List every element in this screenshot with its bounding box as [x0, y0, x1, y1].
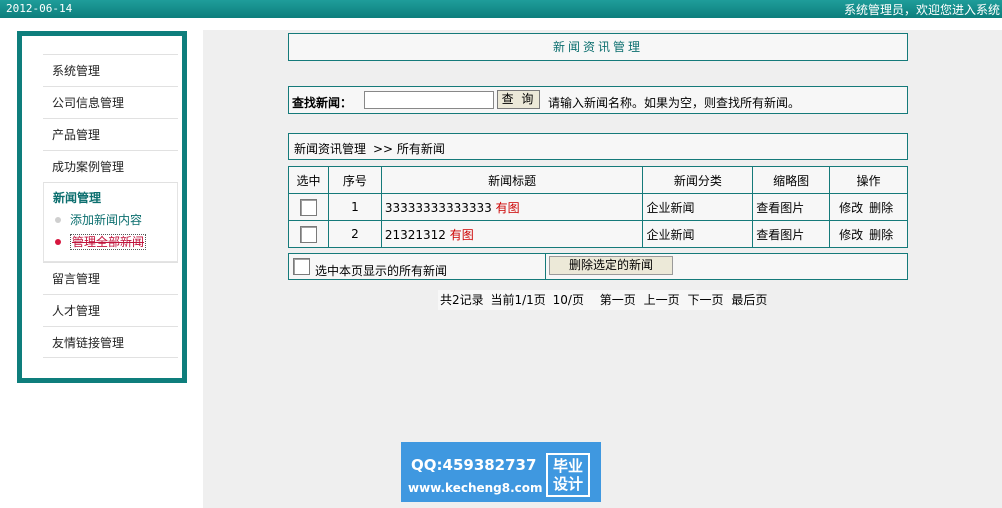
row-select-cell [288, 193, 329, 221]
has-image-tag: 有图 [449, 227, 474, 242]
sidebar-item-cases[interactable]: 成功案例管理 [43, 150, 178, 182]
watermark-url: www.kecheng8.com [408, 481, 543, 495]
edit-link[interactable]: 修改 [839, 201, 863, 215]
table-row: 2 21321312 有图 企业新闻 查看图片 修改 删除 [288, 220, 908, 248]
current-date: 2012-06-14 [6, 2, 73, 15]
stamp-line: 设计 [552, 475, 583, 493]
view-image-link[interactable]: 查看图片 [752, 193, 831, 221]
delete-selected-button[interactable]: 删除选定的新闻 [549, 256, 673, 275]
watermark-banner: QQ:459382737 www.kecheng8.com 毕业 设计 [401, 442, 601, 502]
sidebar-item-products[interactable]: 产品管理 [43, 118, 178, 150]
sidebar: 系统管理 公司信息管理 产品管理 成功案例管理 新闻管理 添加新闻内容 管理全部… [17, 31, 187, 383]
sidebar-item-messages[interactable]: 留言管理 [43, 262, 178, 294]
watermark-stamp: 毕业 设计 [546, 453, 590, 497]
per-page: 10/页 [552, 293, 584, 307]
sidebar-item-links[interactable]: 友情链接管理 [43, 326, 178, 358]
delete-link[interactable]: 删除 [869, 228, 893, 242]
sidebar-group-news: 新闻管理 添加新闻内容 管理全部新闻 [43, 182, 178, 262]
row-index: 1 [327, 193, 382, 221]
pagination: 共2记录 当前1/1页 10/页 第一页 上一页 下一页 最后页 [438, 290, 767, 310]
select-all-checkbox[interactable] [293, 258, 310, 275]
sidebar-item-news[interactable]: 新闻管理 [44, 187, 177, 209]
view-image-link[interactable]: 查看图片 [752, 220, 831, 248]
sidebar-subitem-add-news[interactable]: 添加新闻内容 [44, 209, 177, 231]
breadcrumb-current: >> 所有新闻 [373, 142, 445, 156]
stamp-line: 毕业 [552, 457, 583, 475]
sidebar-subitem-label: 添加新闻内容 [70, 213, 143, 227]
delete-link[interactable]: 删除 [869, 201, 893, 215]
row-actions: 修改 删除 [829, 220, 908, 248]
welcome-message: 系统管理员，欢迎您进入系统 [843, 3, 1000, 17]
edit-link[interactable]: 修改 [839, 228, 863, 242]
top-bar: 2012-06-14 系统管理员，欢迎您进入系统 [0, 0, 1002, 18]
sidebar-subitem-manage-news[interactable]: 管理全部新闻 [44, 231, 177, 253]
row-title-cell: 21321312 有图 [380, 220, 644, 248]
column-header: 新闻分类 [642, 166, 754, 194]
has-image-tag: 有图 [495, 200, 520, 215]
row-select-cell [288, 220, 329, 248]
column-header: 序号 [327, 166, 382, 194]
news-title-link[interactable]: 21321312 [385, 228, 446, 242]
row-checkbox[interactable] [299, 225, 317, 243]
breadcrumb: 新闻资讯管理 >> 所有新闻 [288, 133, 908, 160]
column-header: 缩略图 [752, 166, 831, 194]
table-row: 1 33333333333333 有图 企业新闻 查看图片 修改 删除 [288, 193, 908, 221]
column-header: 选中 [288, 166, 329, 194]
breadcrumb-section: 新闻资讯管理 [294, 142, 367, 156]
divider [545, 254, 546, 279]
sidebar-item-company-info[interactable]: 公司信息管理 [43, 86, 178, 118]
search-button[interactable]: 查 询 [497, 90, 540, 109]
row-category: 企业新闻 [642, 193, 754, 221]
current-page: 当前1/1页 [490, 293, 546, 307]
total-records: 共2记录 [440, 293, 484, 307]
next-page-link[interactable]: 下一页 [687, 293, 723, 307]
sidebar-menu: 系统管理 公司信息管理 产品管理 成功案例管理 新闻管理 添加新闻内容 管理全部… [43, 54, 178, 358]
column-header: 新闻标题 [380, 166, 644, 194]
last-page-link[interactable]: 最后页 [731, 293, 767, 307]
bullet-icon [55, 239, 61, 245]
row-index: 2 [327, 220, 382, 248]
sidebar-item-system[interactable]: 系统管理 [43, 54, 178, 86]
first-page-link[interactable]: 第一页 [600, 293, 636, 307]
search-bar: 查找新闻： 查 询 请输入新闻名称。如果为空，则查找所有新闻。 [288, 86, 908, 114]
row-category: 企业新闻 [642, 220, 754, 248]
select-all-label: 选中本页显示的所有新闻 [315, 264, 448, 278]
bullet-icon [55, 217, 61, 223]
page-title: 新闻资讯管理 [288, 33, 908, 61]
main-content: 新闻资讯管理 查找新闻： 查 询 请输入新闻名称。如果为空，则查找所有新闻。 新… [203, 30, 1002, 508]
row-title-cell: 33333333333333 有图 [380, 193, 644, 221]
table-header-row: 选中 序号 新闻标题 新闻分类 缩略图 操作 [288, 166, 908, 194]
prev-page-link[interactable]: 上一页 [644, 293, 680, 307]
search-label: 查找新闻： [292, 96, 353, 110]
watermark-qq: QQ:459382737 [411, 456, 537, 474]
sidebar-item-talent[interactable]: 人才管理 [43, 294, 178, 326]
row-checkbox[interactable] [299, 198, 317, 216]
sidebar-subitem-label: 管理全部新闻 [70, 234, 147, 250]
row-actions: 修改 删除 [829, 193, 908, 221]
news-table: 选中 序号 新闻标题 新闻分类 缩略图 操作 1 33333333333333 … [288, 166, 908, 248]
bulk-actions: 选中本页显示的所有新闻 删除选定的新闻 [288, 253, 908, 280]
column-header: 操作 [829, 166, 908, 194]
search-hint: 请输入新闻名称。如果为空，则查找所有新闻。 [548, 96, 801, 110]
news-title-link[interactable]: 33333333333333 [385, 201, 492, 215]
search-input[interactable] [364, 91, 494, 109]
